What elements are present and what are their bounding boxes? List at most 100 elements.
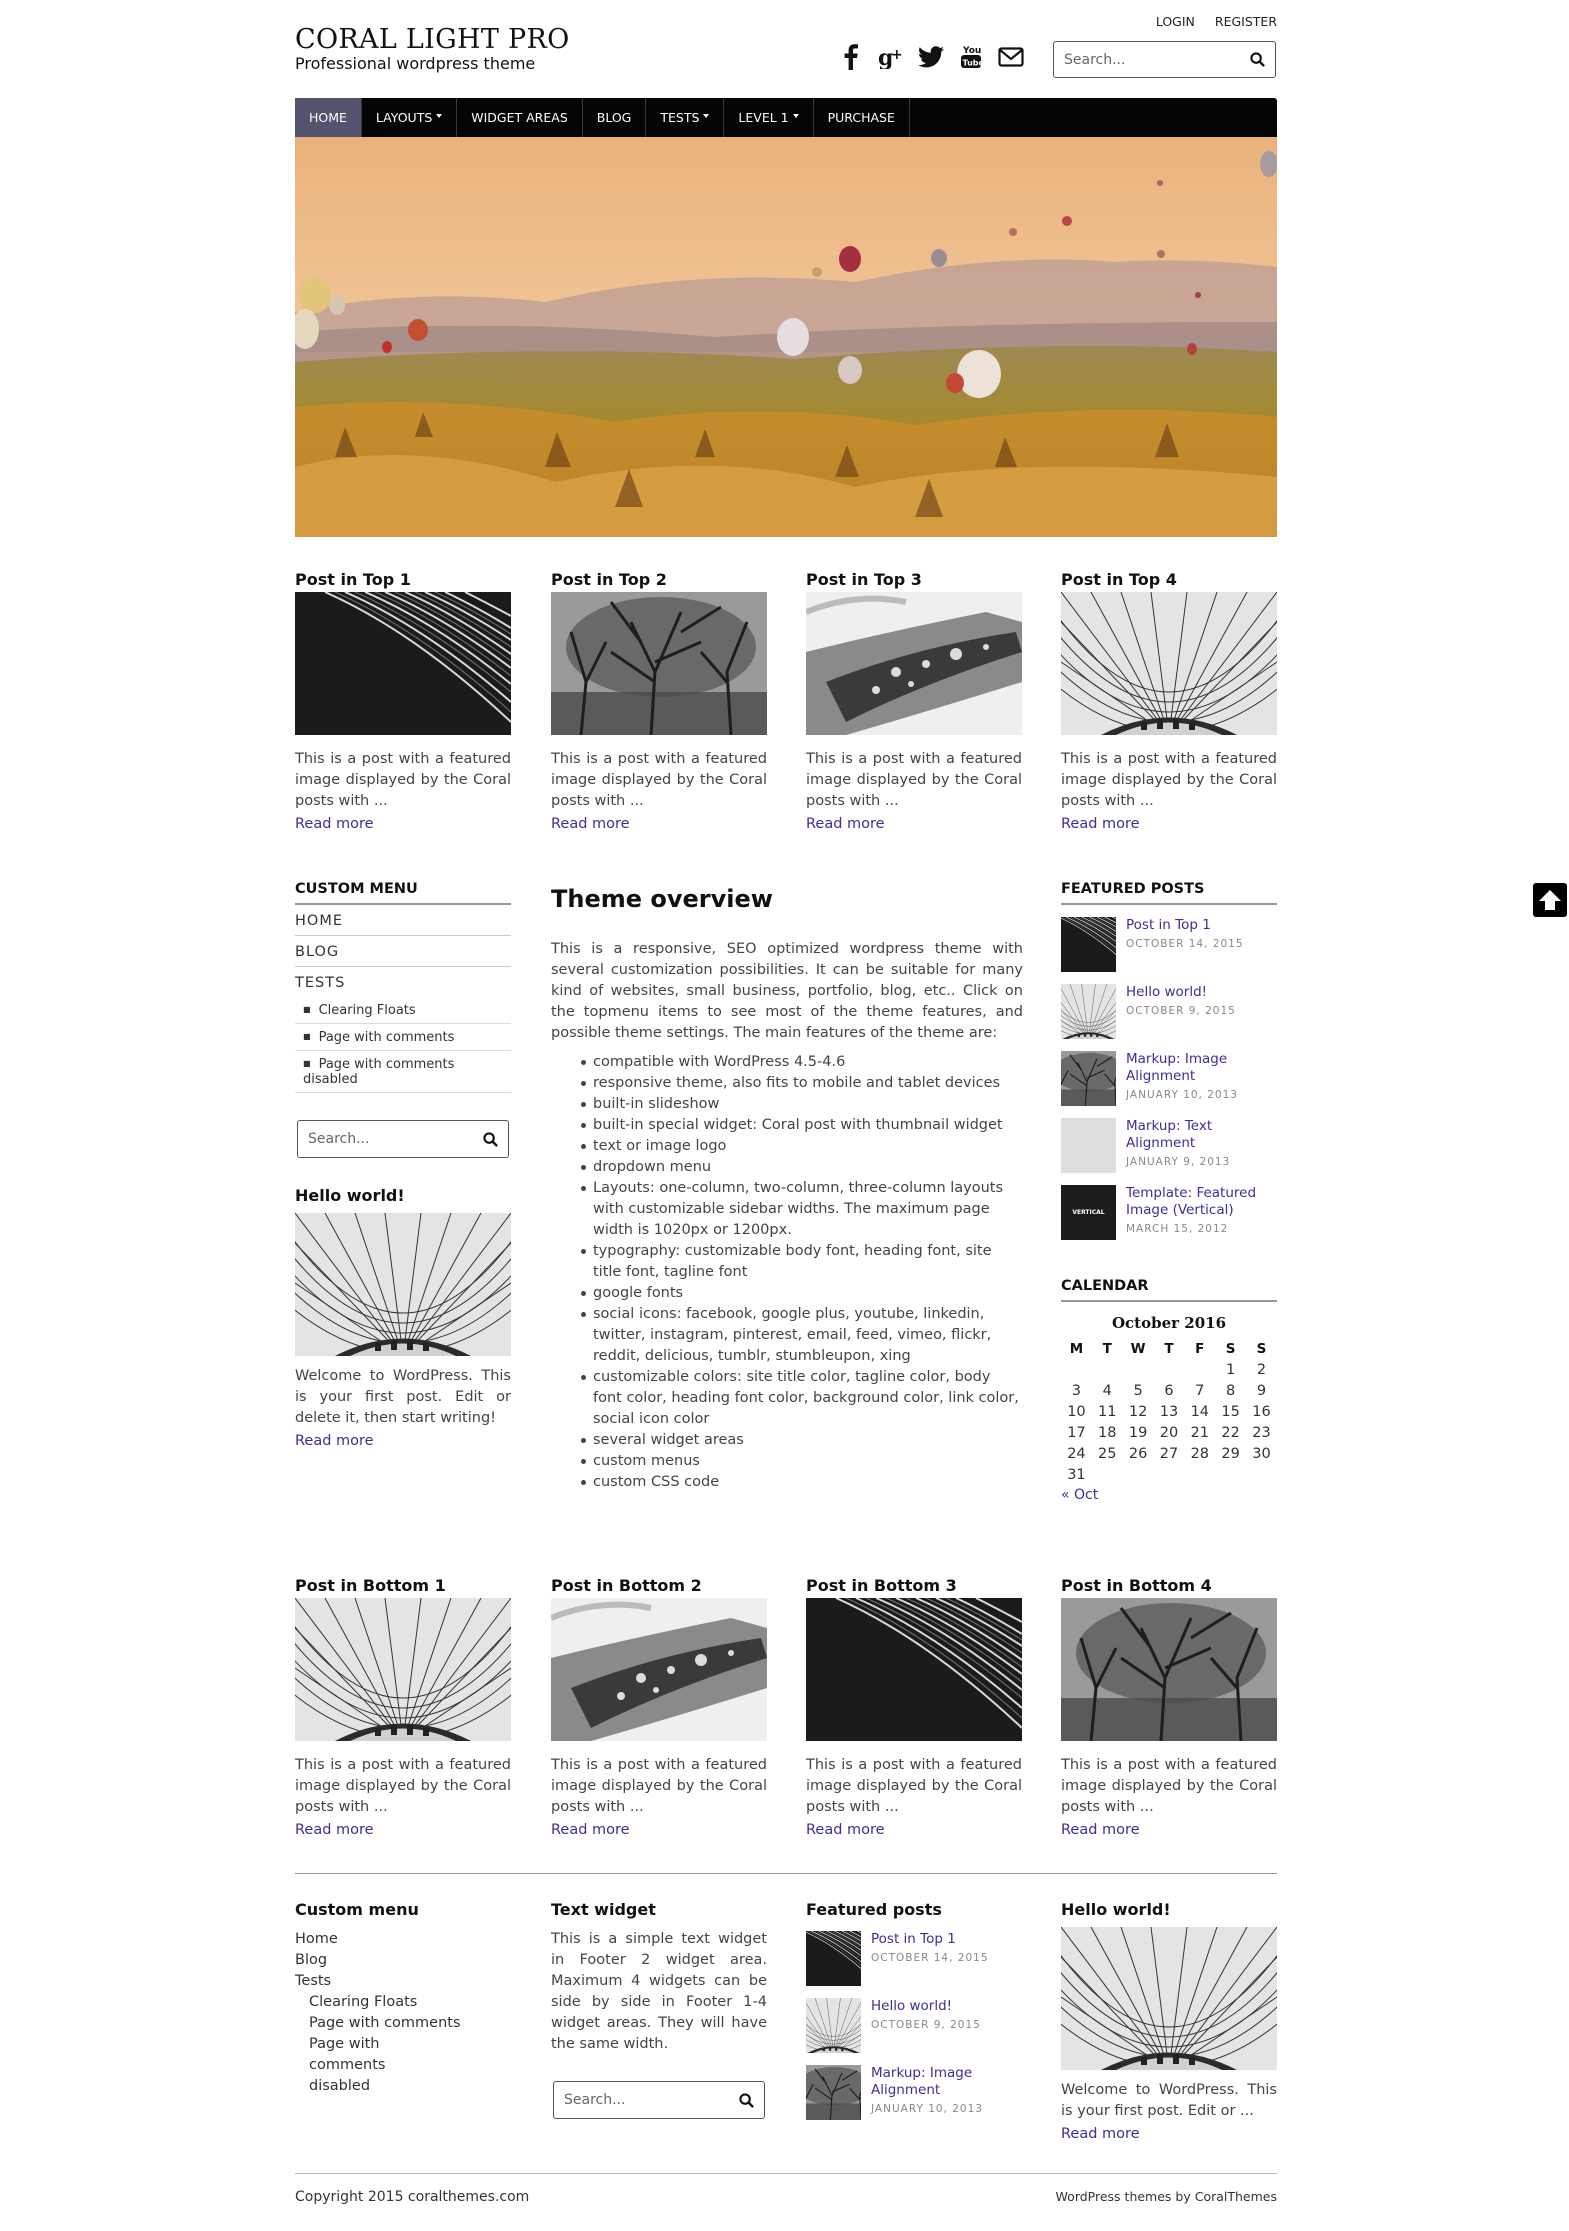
nav-level-1[interactable]: LEVEL 1 bbox=[724, 98, 814, 137]
youtube-icon[interactable]: You Tube bbox=[958, 44, 984, 70]
nav-blog[interactable]: BLOG bbox=[583, 98, 647, 137]
menu-item-tests[interactable]: TESTS bbox=[295, 967, 511, 997]
featured-post-thumbnail[interactable] bbox=[806, 2065, 861, 2120]
post-thumbnail[interactable] bbox=[295, 592, 511, 735]
read-more-link[interactable]: Read more bbox=[551, 816, 767, 832]
post-thumbnail[interactable] bbox=[806, 592, 1022, 735]
footer-featured-posts: Featured posts Post in Top 1 OCTOBER 14, … bbox=[806, 1900, 1022, 2118]
featured-post-link[interactable]: Markup: Image Alignment bbox=[871, 2065, 1022, 2099]
menu-subitem-clearing-floats[interactable]: Clearing Floats bbox=[295, 997, 511, 1024]
post-title[interactable]: Post in Bottom 1 bbox=[295, 1576, 511, 1598]
search-icon[interactable] bbox=[483, 1131, 498, 1147]
featured-post-thumbnail[interactable] bbox=[1061, 1118, 1116, 1173]
twitter-icon[interactable] bbox=[918, 44, 944, 70]
post-thumbnail[interactable] bbox=[295, 1598, 511, 1741]
read-more-link[interactable]: Read more bbox=[806, 1822, 1022, 1838]
sidebar-post-thumbnail[interactable] bbox=[295, 1213, 511, 1356]
footer-menu-subitem[interactable]: Page with comments bbox=[295, 2013, 511, 2034]
footer-search-input[interactable]: Search... bbox=[553, 2081, 765, 2119]
featured-post-link[interactable]: Template: Featured Image (Vertical) bbox=[1126, 1185, 1277, 1219]
read-more-link[interactable]: Read more bbox=[295, 1433, 511, 1449]
menu-subitem-page-with-comments[interactable]: Page with comments bbox=[295, 1024, 511, 1051]
top-post-card: Post in Top 4 This is a post with a feat… bbox=[1061, 570, 1277, 832]
sidebar-search-input[interactable]: Search... bbox=[297, 1120, 509, 1158]
footer-hello-thumbnail[interactable] bbox=[1061, 1927, 1277, 2070]
footer-menu-item-home[interactable]: Home bbox=[295, 1929, 511, 1950]
bottom-post-card: Post in Bottom 1 This is a post with a f… bbox=[295, 1576, 511, 1838]
read-more-link[interactable]: Read more bbox=[295, 1822, 511, 1838]
featured-post-item: Markup: Image Alignment JANUARY 10, 2013 bbox=[806, 2065, 1022, 2118]
header-search-input[interactable]: Search... bbox=[1053, 41, 1276, 78]
footer-menu-subitem[interactable]: Clearing Floats bbox=[295, 1992, 511, 2013]
feature-item: social icons: facebook, google plus, you… bbox=[551, 1304, 1023, 1367]
top-post-card: Post in Top 3 This is a post with a feat… bbox=[806, 570, 1022, 832]
post-title[interactable]: Post in Top 2 bbox=[551, 570, 767, 592]
nav-layouts[interactable]: LAYOUTS bbox=[362, 98, 458, 137]
post-title[interactable]: Post in Bottom 4 bbox=[1061, 1576, 1277, 1598]
calendar-day-header: S bbox=[1225, 1340, 1236, 1357]
calendar-day: 19 bbox=[1128, 1424, 1148, 1441]
featured-post-thumbnail[interactable]: VERTICAL bbox=[1061, 1185, 1116, 1240]
read-more-link[interactable]: Read more bbox=[1061, 2126, 1277, 2142]
sidebar-post-title[interactable]: Hello world! bbox=[295, 1186, 511, 1205]
menu-subitem-page-comments-disabled[interactable]: Page with comments disabled bbox=[295, 1051, 511, 1093]
calendar-day: 3 bbox=[1071, 1382, 1082, 1399]
login-link[interactable]: LOGIN bbox=[1156, 14, 1195, 29]
footer-menu-item-blog[interactable]: Blog bbox=[295, 1950, 511, 1971]
post-thumbnail[interactable] bbox=[551, 1598, 767, 1741]
post-thumbnail[interactable] bbox=[1061, 592, 1277, 735]
nav-tests[interactable]: TESTS bbox=[646, 98, 725, 137]
featured-post-link[interactable]: Post in Top 1 bbox=[871, 1931, 989, 1948]
read-more-link[interactable]: Read more bbox=[1061, 816, 1277, 832]
post-thumbnail[interactable] bbox=[1061, 1598, 1277, 1741]
post-title[interactable]: Post in Top 4 bbox=[1061, 570, 1277, 592]
featured-post-thumbnail[interactable] bbox=[1061, 1051, 1116, 1106]
register-link[interactable]: REGISTER bbox=[1215, 14, 1277, 29]
featured-post-link[interactable]: Markup: Image Alignment bbox=[1126, 1051, 1277, 1085]
featured-post-link[interactable]: Post in Top 1 bbox=[1126, 917, 1244, 934]
featured-post-link[interactable]: Markup: Text Alignment bbox=[1126, 1118, 1277, 1152]
read-more-link[interactable]: Read more bbox=[1061, 1822, 1277, 1838]
email-icon[interactable] bbox=[998, 44, 1024, 70]
menu-item-home[interactable]: HOME bbox=[295, 905, 511, 936]
search-icon[interactable] bbox=[739, 2092, 754, 2108]
read-more-link[interactable]: Read more bbox=[551, 1822, 767, 1838]
read-more-link[interactable]: Read more bbox=[806, 816, 1022, 832]
featured-post-link[interactable]: Hello world! bbox=[1126, 984, 1236, 1001]
post-title[interactable]: Post in Top 1 bbox=[295, 570, 511, 592]
nav-purchase[interactable]: PURCHASE bbox=[814, 98, 910, 137]
featured-post-item: Markup: Image Alignment JANUARY 10, 2013 bbox=[1061, 1051, 1277, 1104]
menu-item-blog[interactable]: BLOG bbox=[295, 936, 511, 967]
footer-hello-title[interactable]: Hello world! bbox=[1061, 1900, 1277, 1919]
scroll-to-top-button[interactable] bbox=[1533, 883, 1567, 917]
post-thumbnail[interactable] bbox=[551, 592, 767, 735]
nav-home[interactable]: HOME bbox=[295, 98, 362, 137]
featured-post-thumbnail[interactable] bbox=[806, 1998, 861, 2053]
site-tagline: Professional wordpress theme bbox=[295, 54, 536, 73]
read-more-link[interactable]: Read more bbox=[295, 816, 511, 832]
post-title[interactable]: Post in Top 3 bbox=[806, 570, 1022, 592]
featured-post-thumbnail[interactable] bbox=[1061, 917, 1116, 972]
nav-purchase-label: PURCHASE bbox=[827, 110, 895, 125]
google-plus-icon[interactable]: g + bbox=[878, 44, 904, 70]
calendar-day: 25 bbox=[1098, 1445, 1117, 1462]
calendar-prev-link[interactable]: « Oct bbox=[1061, 1487, 1277, 1503]
post-thumbnail[interactable] bbox=[806, 1598, 1022, 1741]
calendar-day: 8 bbox=[1226, 1382, 1236, 1399]
featured-post-thumbnail[interactable] bbox=[806, 1931, 861, 1986]
facebook-icon[interactable] bbox=[838, 44, 864, 70]
nav-widget-areas[interactable]: WIDGET AREAS bbox=[457, 98, 583, 137]
featured-post-thumbnail[interactable] bbox=[1061, 984, 1116, 1039]
credits-link[interactable]: WordPress themes by CoralThemes bbox=[1056, 2189, 1277, 2204]
featured-post-link[interactable]: Hello world! bbox=[871, 1998, 981, 2015]
hero-slideshow-image[interactable] bbox=[295, 137, 1277, 537]
post-title[interactable]: Post in Bottom 3 bbox=[806, 1576, 1022, 1598]
search-icon[interactable] bbox=[1250, 52, 1265, 67]
footer-menu-item-tests[interactable]: Tests bbox=[295, 1971, 511, 1992]
site-title[interactable]: CORAL LIGHT PRO bbox=[295, 24, 570, 55]
calendar-day: 24 bbox=[1067, 1445, 1086, 1462]
footer-menu-subitem[interactable]: Page with comments disabled bbox=[295, 2034, 435, 2097]
calendar-day: 10 bbox=[1067, 1403, 1086, 1420]
calendar-title: CALENDAR bbox=[1061, 1278, 1277, 1302]
post-title[interactable]: Post in Bottom 2 bbox=[551, 1576, 767, 1598]
